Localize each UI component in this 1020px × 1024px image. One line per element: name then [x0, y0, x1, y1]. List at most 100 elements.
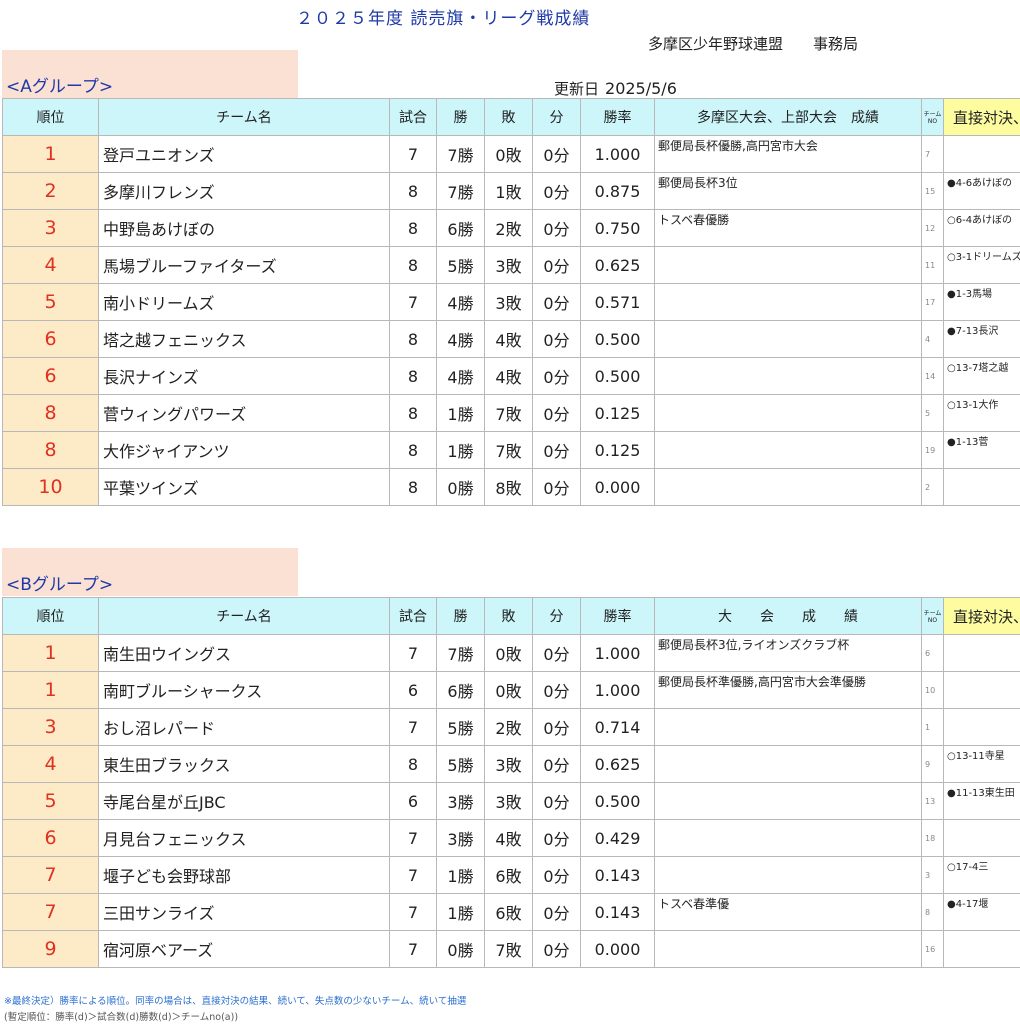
rank-cell: 10: [2, 468, 99, 506]
draws-cell: 0分: [532, 634, 581, 672]
wins-cell: 3勝: [436, 819, 485, 857]
draws-cell: 0分: [532, 468, 581, 506]
wins-cell: 5勝: [436, 745, 485, 783]
win-pct-cell: 0.000: [580, 930, 655, 968]
team-no-cell: 11: [921, 246, 944, 284]
win-pct-cell: 0.500: [580, 357, 655, 395]
draws-cell: 0分: [532, 135, 581, 173]
head-to-head-cell: [943, 930, 1020, 968]
games-cell: 6: [389, 671, 437, 709]
head-to-head-cell: ●7-13長沢: [943, 320, 1020, 358]
games-cell: 8: [389, 172, 437, 210]
rank-cell: 3: [2, 708, 99, 746]
team-name-cell: 寺尾台星が丘JBC: [98, 782, 390, 820]
wins-cell: 0勝: [436, 468, 485, 506]
win-pct-cell: 0.500: [580, 782, 655, 820]
col-results: 多摩区大会、上部大会 成績: [654, 98, 922, 136]
win-pct-cell: 1.000: [580, 135, 655, 173]
rank-cell: 6: [2, 819, 99, 857]
win-pct-cell: 0.125: [580, 394, 655, 432]
losses-cell: 8敗: [484, 468, 533, 506]
group-b-label: <Bグループ>: [6, 575, 114, 595]
win-pct-cell: 0.571: [580, 283, 655, 321]
win-pct-cell: 0.625: [580, 246, 655, 284]
table-row: 3 おし沼レパード 7 5勝 2敗 0分 0.714 1: [2, 708, 1020, 746]
group-a-standings-table: 順位 チーム名 試合 勝 敗 分 勝率 多摩区大会、上部大会 成績 チーム NO…: [2, 98, 1020, 506]
wins-cell: 5勝: [436, 708, 485, 746]
games-cell: 7: [389, 708, 437, 746]
wins-cell: 1勝: [436, 893, 485, 931]
wins-cell: 4勝: [436, 357, 485, 395]
head-to-head-cell: ●4-17堰: [943, 893, 1020, 931]
head-to-head-cell: [943, 671, 1020, 709]
team-name-cell: 南町ブルーシャークス: [98, 671, 390, 709]
wins-cell: 4勝: [436, 320, 485, 358]
col-team: チーム名: [98, 597, 390, 635]
table-row: 5 寺尾台星が丘JBC 6 3勝 3敗 0分 0.500 13 ●11-13東生田: [2, 782, 1020, 820]
games-cell: 7: [389, 819, 437, 857]
update-date-value: 2025/5/6: [605, 79, 677, 98]
tournament-results-cell: [654, 745, 922, 783]
win-pct-cell: 0.143: [580, 856, 655, 894]
table-header-row: 順位 チーム名 試合 勝 敗 分 勝率 大 会 成 績 チーム NO 直接対決、…: [2, 597, 1020, 635]
draws-cell: 0分: [532, 745, 581, 783]
table-row: 1 登戸ユニオンズ 7 7勝 0敗 0分 1.000 郵便局長杯優勝,高円宮市大会 7: [2, 135, 1020, 173]
wins-cell: 4勝: [436, 283, 485, 321]
tournament-results-cell: トスベ春優勝: [654, 209, 922, 247]
draws-cell: 0分: [532, 708, 581, 746]
ranking-rule-note: ※最終決定）勝率による順位。同率の場合は、直接対決の結果、続いて、失点数の少ない…: [4, 996, 467, 1007]
losses-cell: 3敗: [484, 782, 533, 820]
win-pct-cell: 0.625: [580, 745, 655, 783]
win-pct-cell: 0.750: [580, 209, 655, 247]
col-direct: 直接対決、失点: [943, 98, 1020, 136]
rank-cell: 3: [2, 209, 99, 247]
win-pct-cell: 1.000: [580, 671, 655, 709]
rank-cell: 1: [2, 671, 99, 709]
win-pct-cell: 0.875: [580, 172, 655, 210]
head-to-head-cell: [943, 468, 1020, 506]
provisional-rank-note: (暫定順位：勝率(d)＞試合数(d)勝数(d)＞チームno(a)): [4, 1012, 239, 1023]
team-no-cell: 4: [921, 320, 944, 358]
win-pct-cell: 0.000: [580, 468, 655, 506]
col-wins: 勝: [436, 597, 485, 635]
col-draws: 分: [532, 597, 581, 635]
losses-cell: 1敗: [484, 172, 533, 210]
losses-cell: 3敗: [484, 745, 533, 783]
wins-cell: 7勝: [436, 172, 485, 210]
head-to-head-cell: [943, 708, 1020, 746]
losses-cell: 6敗: [484, 893, 533, 931]
draws-cell: 0分: [532, 209, 581, 247]
tournament-results-cell: トスベ春準優: [654, 893, 922, 931]
games-cell: 7: [389, 634, 437, 672]
col-pct: 勝率: [580, 98, 655, 136]
head-to-head-cell: [943, 634, 1020, 672]
draws-cell: 0分: [532, 283, 581, 321]
page-title: ２０２５年度 読売旗・リーグ戦成績: [296, 9, 591, 29]
losses-cell: 7敗: [484, 431, 533, 469]
col-games: 試合: [389, 98, 437, 136]
table-row: 4 馬場ブルーファイターズ 8 5勝 3敗 0分 0.625 11 ○3-1ドリームズ: [2, 246, 1020, 284]
win-pct-cell: 0.500: [580, 320, 655, 358]
team-no-cell: 10: [921, 671, 944, 709]
win-pct-cell: 1.000: [580, 634, 655, 672]
head-to-head-cell: [943, 819, 1020, 857]
games-cell: 8: [389, 320, 437, 358]
head-to-head-cell: ●1-13菅: [943, 431, 1020, 469]
draws-cell: 0分: [532, 893, 581, 931]
tournament-results-cell: [654, 246, 922, 284]
team-name-cell: おし沼レパード: [98, 708, 390, 746]
tournament-results-cell: [654, 819, 922, 857]
team-no-cell: 9: [921, 745, 944, 783]
head-to-head-cell: ○13-11寺星: [943, 745, 1020, 783]
rank-cell: 6: [2, 357, 99, 395]
tournament-results-cell: 郵便局長杯準優勝,高円宮市大会準優勝: [654, 671, 922, 709]
update-date-label: 更新日: [554, 80, 600, 98]
wins-cell: 1勝: [436, 394, 485, 432]
head-to-head-cell: ○6-4あけぼの: [943, 209, 1020, 247]
table-row: 3 中野島あけぼの 8 6勝 2敗 0分 0.750 トスベ春優勝 12 ○6-4あけぼの: [2, 209, 1020, 247]
rank-cell: 6: [2, 320, 99, 358]
team-no-cell: 15: [921, 172, 944, 210]
losses-cell: 7敗: [484, 394, 533, 432]
wins-cell: 7勝: [436, 634, 485, 672]
wins-cell: 1勝: [436, 431, 485, 469]
